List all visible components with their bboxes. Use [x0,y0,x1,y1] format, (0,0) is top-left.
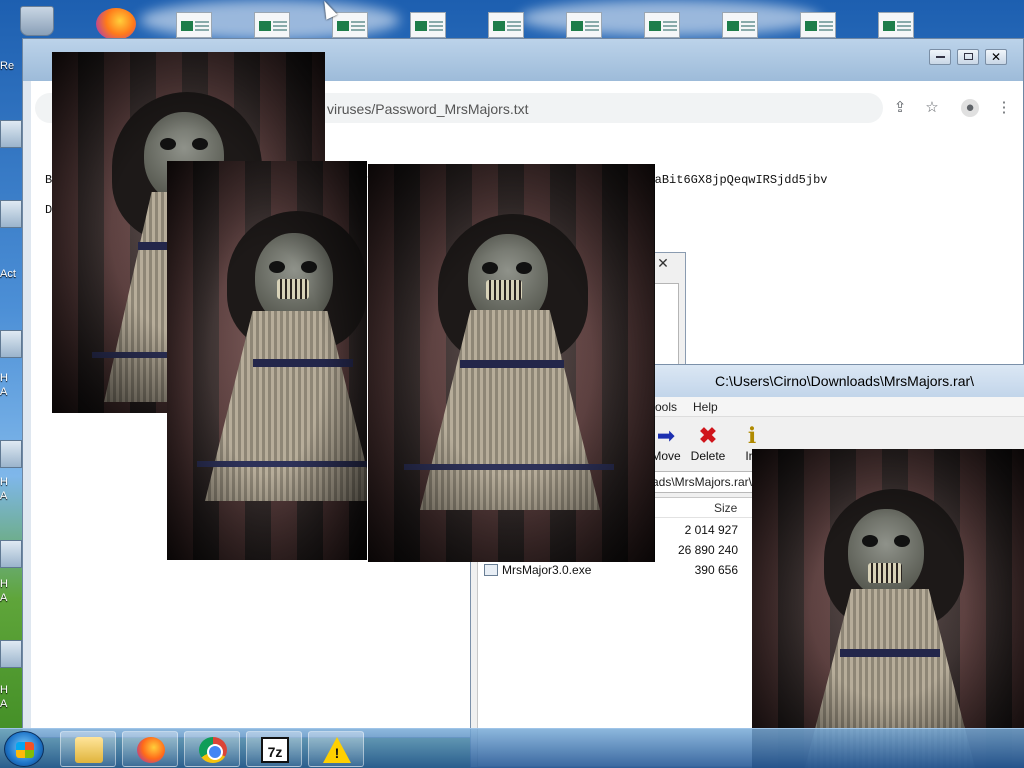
desktop-label: H [0,578,8,590]
firefox-icon [137,737,165,763]
taskbar-warning[interactable]: ! [308,731,364,767]
menu-help[interactable]: Help [693,400,718,414]
desktop-shortcut-icon[interactable] [0,640,22,668]
star-icon[interactable]: ☆ [923,99,941,117]
path-text[interactable]: ads\MrsMajors.rar\ [652,475,752,489]
document-icon[interactable] [718,8,762,38]
close-button[interactable]: ✕ [985,49,1007,65]
taskbar-explorer[interactable] [60,731,116,767]
menu-icon[interactable]: ⋮ [995,99,1013,117]
document-icon[interactable] [874,8,918,38]
doll-image [167,161,367,560]
taskbar-firefox[interactable] [122,731,178,767]
maximize-button[interactable] [957,49,979,65]
column-size[interactable]: Size [714,501,737,515]
sevenzip-icon: 7z [261,737,289,763]
desktop-label: A [0,490,8,502]
desktop-label: A [0,592,8,604]
window-title: C:\Users\Cirno\Downloads\MrsMajors.rar\ [715,373,975,389]
delete-button[interactable]: ✖ Delete [683,423,733,471]
document-icon[interactable] [484,8,528,38]
desktop-label: Act [0,268,16,280]
menu-tools[interactable]: ools [655,400,677,414]
address-text[interactable]: viruses/Password_MrsMajors.txt [327,101,529,117]
desktop-label: Re [0,60,15,72]
doll-image [368,164,655,562]
desktop-icon-row [0,0,1024,40]
document-icon[interactable] [562,8,606,38]
document-icon[interactable] [640,8,684,38]
taskbar: 7z ! [0,728,1024,768]
profile-icon[interactable]: ● [961,99,979,117]
desktop-label: A [0,386,8,398]
firefox-desktop-icon[interactable] [96,8,136,40]
desktop-label: H [0,372,8,384]
exe-file-icon [484,564,498,576]
desktop-shortcut-icon[interactable] [0,540,22,568]
document-icon[interactable] [406,8,450,38]
document-icon[interactable] [796,8,840,38]
minimize-button[interactable] [929,49,951,65]
desktop-shortcut-icon[interactable] [0,120,22,148]
doll-image [752,449,1024,768]
chrome-icon [199,737,227,763]
desktop-shortcut-icon[interactable] [0,440,22,468]
warning-icon: ! [323,737,351,763]
desktop-label: A [0,698,8,710]
recycle-bin-icon[interactable] [20,6,54,36]
document-icon[interactable] [172,8,216,38]
desktop-label: H [0,476,8,488]
taskbar-7zip[interactable]: 7z [246,731,302,767]
taskbar-chrome[interactable] [184,731,240,767]
info-icon: ℹ [747,423,757,448]
desktop-shortcut-icon[interactable] [0,200,22,228]
start-button[interactable] [4,731,44,767]
desktop-shortcut-icon[interactable] [0,330,22,358]
delete-x-icon: ✖ [698,423,718,448]
close-icon[interactable]: ✕ [653,255,673,273]
desktop-label: H [0,684,8,696]
document-icon[interactable] [250,8,294,38]
folder-icon [75,737,103,763]
share-icon[interactable]: ⇪ [891,99,909,117]
